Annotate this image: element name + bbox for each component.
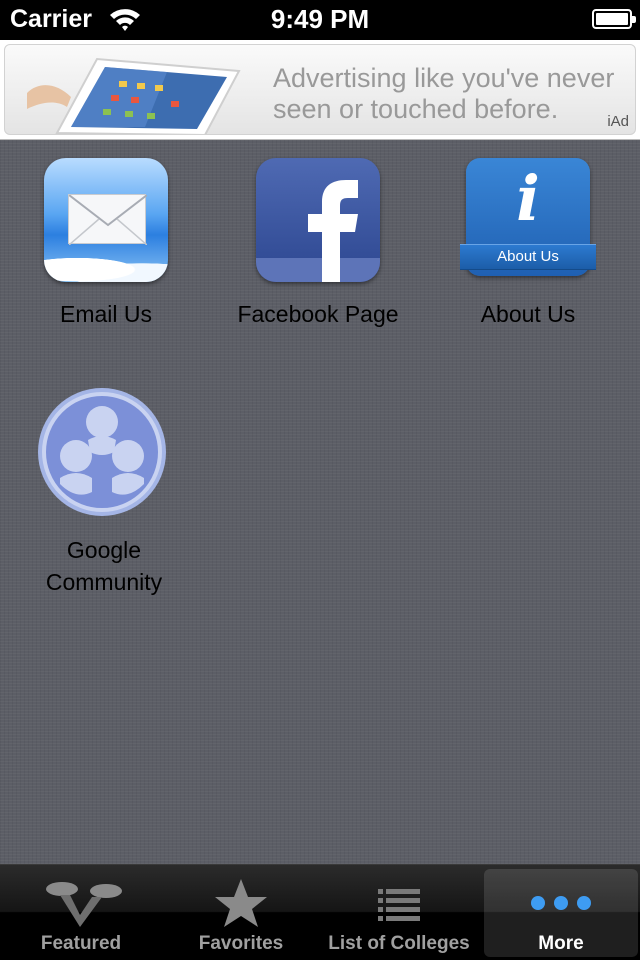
facebook-page-label: Facebook Page [237,301,399,327]
ad-copy: Advertising like you've never seen or to… [273,63,633,125]
list-icon [378,889,420,921]
info-icon: i [516,162,540,235]
tab-featured-label: Featured [40,933,122,954]
about-us-tile[interactable]: i About Us About Us [428,158,628,330]
google-community-label-line-1: Google [66,537,142,563]
star-icon [215,879,267,927]
more-content: Email Us Facebook Page i About Us About … [0,140,640,864]
iad-badge: iAd [607,113,629,130]
about-us-icon: i About Us [460,158,596,282]
tab-favorites-label: Favorites [198,933,284,954]
facebook-page-tile[interactable]: Facebook Page [218,158,418,330]
mail-icon [44,158,168,282]
ipad-ad-image [27,57,241,134]
google-community-label-line-2: Community [45,569,163,595]
tab-bar: Featured Favorites List of Colleges More [0,864,640,960]
google-community-tile[interactable]: Google Community [4,388,204,598]
email-us-label: Email Us [59,301,152,327]
status-bar: Carrier 9:49 PM [0,0,640,40]
battery-icon [592,9,636,29]
tab-list-of-colleges[interactable]: List of Colleges [322,869,476,957]
ad-line-1: Advertising like you've never [273,63,615,93]
tab-featured[interactable]: Featured [4,869,158,957]
email-us-tile[interactable]: Email Us [6,158,206,330]
featured-icon [46,882,122,927]
clock: 9:49 PM [270,4,370,34]
ad-banner[interactable]: Advertising like you've never seen or to… [0,40,640,140]
about-us-ribbon: About Us [460,244,596,270]
more-icon [531,896,591,910]
tab-more-label: More [538,933,584,954]
tab-favorites[interactable]: Favorites [164,869,318,957]
tab-more[interactable]: More [484,869,638,957]
about-us-label: About Us [480,301,576,327]
tab-list-of-colleges-label: List of Colleges [328,933,470,954]
community-icon [38,388,166,516]
facebook-icon [256,158,380,282]
ad-line-2: seen or touched before. [273,94,559,124]
google-community-label: Google Community [4,534,204,598]
